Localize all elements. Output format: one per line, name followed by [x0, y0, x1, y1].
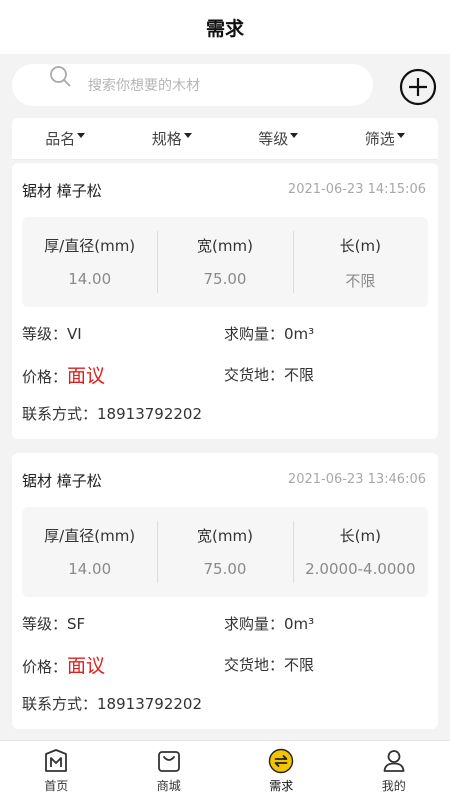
card-title: 锯材 樟子松: [22, 472, 102, 490]
price-info: 价格：面议: [22, 365, 106, 387]
caret-down-icon: [396, 133, 405, 138]
quantity-info: 求购量：0m³: [224, 325, 315, 343]
bottom-tab-bar: 首页 商城 需求 我的: [0, 740, 450, 800]
demand-card[interactable]: 锯材 樟子松 2021-06-23 13:46:06 厚/直径(mm) 14.0…: [12, 453, 438, 729]
filter-spec[interactable]: 规格: [119, 128, 226, 149]
spec-box: 厚/直径(mm) 14.00 宽(mm) 75.00 长(m) 2.0000-4…: [22, 507, 428, 597]
filter-grade[interactable]: 等级: [225, 128, 332, 149]
demand-card[interactable]: 锯材 樟子松 2021-06-23 14:15:06 厚/直径(mm) 14.0…: [12, 163, 438, 439]
price-value: 面议: [67, 365, 106, 387]
tab-mine[interactable]: 我的: [338, 741, 450, 800]
price-value: 面议: [67, 655, 106, 677]
delivery-info: 交货地：不限: [224, 656, 315, 674]
filter-bar: 品名 规格 等级 筛选: [12, 118, 438, 160]
card-title: 锯材 樟子松: [22, 182, 102, 200]
page-title: 需求: [205, 17, 244, 40]
price-info: 价格：面议: [22, 655, 106, 677]
tab-demand[interactable]: 需求: [225, 741, 338, 800]
card-time: 2021-06-23 13:46:06: [287, 472, 426, 487]
caret-down-icon: [290, 133, 299, 138]
delivery-info: 交货地：不限: [224, 366, 315, 384]
tab-shop[interactable]: 商城: [113, 741, 226, 800]
contact-info: 联系方式：18913792202: [22, 405, 202, 423]
search-row: 搜索你想要的木材: [0, 54, 450, 116]
search-placeholder: 搜索你想要的木材: [88, 78, 200, 94]
caret-down-icon: [183, 133, 192, 138]
caret-down-icon: [77, 133, 86, 138]
spec-thickness: 厚/直径(mm) 14.00: [44, 237, 136, 288]
user-icon: [383, 750, 405, 772]
spec-length: 长(m) 不限: [292, 217, 428, 307]
grade-info: 等级：SF: [22, 615, 86, 633]
filter-more[interactable]: 筛选: [332, 128, 439, 149]
search-icon: [50, 66, 71, 87]
quantity-info: 求购量：0m³: [224, 615, 315, 633]
spec-length: 长(m) 2.0000-4.0000: [292, 507, 428, 597]
top-header: 需求: [0, 0, 450, 54]
demand-exchange-icon: [269, 748, 294, 774]
shop-bag-icon: [157, 751, 180, 772]
spec-box: 厚/直径(mm) 14.00 宽(mm) 75.00 长(m) 不限: [22, 217, 428, 307]
spec-width: 宽(mm) 75.00: [157, 217, 292, 307]
tab-home[interactable]: 首页: [0, 741, 113, 800]
contact-info: 联系方式：18913792202: [22, 695, 202, 713]
grade-info: 等级：VI: [22, 325, 82, 343]
spec-thickness: 厚/直径(mm) 14.00: [44, 527, 136, 578]
home-icon: [45, 749, 68, 772]
add-button[interactable]: [399, 68, 437, 106]
spec-width: 宽(mm) 75.00: [157, 507, 292, 597]
card-time: 2021-06-23 14:15:06: [287, 182, 426, 197]
filter-product-name[interactable]: 品名: [12, 128, 119, 149]
